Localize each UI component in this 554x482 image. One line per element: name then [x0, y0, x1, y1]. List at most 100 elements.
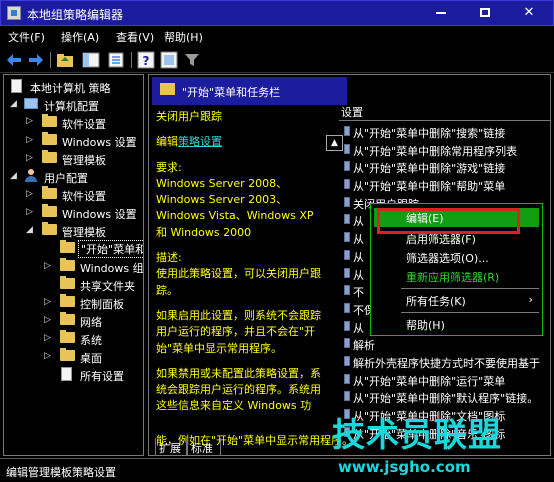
setting-row[interactable]: 从"开始"菜单中删除"搜索"链接 — [344, 123, 550, 141]
filter-icon[interactable] — [183, 51, 201, 69]
setting-row[interactable]: 从"开始"菜单中删除常用程序列表 — [344, 141, 550, 159]
policy-setting-icon — [344, 302, 350, 313]
menu-help[interactable]: 帮助(H) — [164, 29, 203, 45]
menu-file[interactable]: 文件(F) — [8, 29, 45, 45]
expand-arrow-icon[interactable]: ▷ — [44, 262, 52, 271]
tab-standard[interactable]: 标准 — [187, 438, 221, 456]
folder-icon — [60, 240, 75, 253]
policy-setting-icon — [344, 267, 350, 278]
export-list-icon[interactable] — [107, 51, 125, 69]
properties-icon[interactable] — [160, 51, 178, 69]
tree-item-desktop[interactable]: 桌面 — [60, 347, 143, 365]
tree-item-software-settings[interactable]: 软件设置 — [42, 113, 143, 131]
column-header-setting[interactable]: 设置 — [339, 101, 550, 121]
expand-arrow-icon[interactable]: ▷ — [44, 334, 52, 343]
tree-item-user-windows-settings[interactable]: Windows 设置 — [42, 203, 143, 221]
tab-extended[interactable]: 扩展 — [155, 438, 187, 456]
collapse-arrow-icon[interactable]: ◢ — [10, 100, 18, 109]
expand-arrow-icon[interactable]: ▷ — [26, 154, 34, 163]
window-title: 本地组策略编辑器 — [27, 8, 124, 22]
tree-item-label: 网络 — [80, 316, 102, 329]
tree-item-label: 软件设置 — [62, 190, 106, 203]
minimize-button[interactable] — [421, 3, 461, 23]
tree-item-control-panel[interactable]: 控制面板 — [60, 293, 143, 311]
expand-arrow-icon[interactable]: ▷ — [44, 352, 52, 361]
expand-arrow-icon[interactable]: ▷ — [26, 190, 34, 199]
tree-item-user-config[interactable]: 用户配置 — [24, 167, 143, 185]
enabled-text-line: 始"菜单中显示常用程序。 — [156, 341, 283, 355]
menu-view[interactable]: 查看(V) — [116, 29, 154, 45]
expand-arrow-icon[interactable]: ▷ — [26, 136, 34, 145]
setting-label: 从"开始"菜单中删除常用程序列表 — [353, 144, 518, 158]
category-header-title: "开始"菜单和任务栏 — [182, 86, 281, 99]
context-menu-help[interactable]: 帮助(H) — [374, 315, 539, 334]
folder-icon — [160, 83, 175, 95]
folder-icon — [60, 276, 75, 289]
tree-item-label: Windows 设置 — [62, 208, 137, 221]
tree-item-windows-settings[interactable]: Windows 设置 — [42, 131, 143, 149]
maximize-icon — [480, 8, 490, 17]
app-icon — [7, 6, 21, 20]
expand-arrow-icon[interactable]: ▷ — [26, 208, 34, 217]
menu-action[interactable]: 操作(A) — [61, 29, 99, 45]
setting-row[interactable]: 从"开始"菜单中删除"帮助"菜单 — [344, 176, 550, 194]
tree-item-label: 桌面 — [80, 352, 102, 365]
column-header-label: 设置 — [341, 106, 363, 119]
context-menu-reapply-filter[interactable]: 重新应用筛选器(R) — [374, 267, 539, 286]
policy-setting-icon — [344, 179, 350, 190]
setting-row[interactable]: 解析外壳程序快捷方式时不要使用基于 — [344, 353, 550, 371]
description-line: 使用此策略设置，可以关闭用户跟 — [156, 267, 321, 281]
toolbar: ? — [0, 47, 554, 73]
context-menu-separator — [401, 288, 539, 289]
requirements-line: Windows Server 2003、 — [156, 193, 288, 207]
back-arrow-icon[interactable] — [5, 51, 23, 69]
show-hide-tree-icon[interactable] — [82, 51, 100, 69]
context-menu-separator — [401, 312, 539, 313]
tree-item-system[interactable]: 系统 — [60, 329, 143, 347]
tree-item-all-settings[interactable]: 所有设置 — [60, 365, 143, 383]
setting-row[interactable]: 从"开始"菜单中删除"游戏"链接 — [344, 158, 550, 176]
expand-arrow-icon[interactable]: ▷ — [26, 117, 34, 126]
tree-item-label: 管理模板 — [62, 154, 106, 167]
tree-item-start-menu-taskbar[interactable]: "开始"菜单和 — [60, 239, 143, 258]
forward-arrow-icon[interactable] — [27, 51, 45, 69]
tree-item-admin-templates[interactable]: 管理模板 — [42, 149, 143, 167]
tree-item-user-software-settings[interactable]: 软件设置 — [42, 185, 143, 203]
tree-item-user-admin-templates[interactable]: 管理模板 — [42, 221, 143, 239]
setting-label: 解析外壳程序快捷方式时不要使用基于 — [353, 356, 540, 370]
tree-pane[interactable]: 本地计算机 策略 ◢ 计算机配置 ▷ 软件设置 ▷ Windows 设置 ▷ 管… — [3, 74, 144, 456]
close-button[interactable]: ✕ — [509, 3, 549, 23]
context-menu-all-tasks[interactable]: 所有任务(K) › — [374, 291, 539, 310]
tree-item-windows-components[interactable]: Windows 组 — [60, 257, 143, 275]
disabled-text-line: 统会跟踪用户运行的程序。系统用 — [156, 383, 321, 397]
policy-setting-icon — [344, 161, 350, 172]
submenu-arrow-icon: › — [528, 293, 533, 306]
collapse-arrow-icon[interactable]: ◢ — [26, 226, 34, 235]
expand-arrow-icon[interactable]: ▷ — [44, 298, 52, 307]
tree-item-local-policy[interactable]: 本地计算机 策略 — [10, 77, 143, 95]
edit-policy-link[interactable]: 策略设置 — [178, 135, 222, 148]
tree-item-network[interactable]: 网络 — [60, 311, 143, 329]
disabled-text-line: 如果禁用或未配置此策略设置，系 — [156, 366, 321, 380]
user-icon — [25, 169, 37, 182]
tree-item-label: 控制面板 — [80, 298, 124, 311]
context-menu-filter-options[interactable]: 筛选器选项(O)... — [374, 248, 539, 267]
setting-row[interactable]: 从"开始"菜单中删除"运行"菜单 — [344, 371, 550, 389]
setting-row[interactable]: 解析 — [344, 335, 550, 353]
policy-title: 关闭用户跟踪 — [156, 110, 222, 123]
folder-icon — [42, 114, 57, 127]
collapse-arrow-icon[interactable]: ◢ — [10, 172, 18, 181]
setting-label: 解析 — [353, 339, 375, 353]
folder-up-icon[interactable] — [56, 51, 74, 69]
setting-row[interactable]: 从"开始"菜单中删除"默认程序"链接。 — [344, 388, 550, 406]
help-icon[interactable]: ? — [137, 51, 155, 69]
category-header: "开始"菜单和任务栏 — [152, 77, 347, 105]
maximize-button[interactable] — [465, 3, 505, 23]
scroll-up-button[interactable]: ▲ — [326, 135, 343, 151]
tree-item-computer-config[interactable]: 计算机配置 — [24, 95, 143, 113]
folder-icon — [60, 294, 75, 307]
expand-arrow-icon[interactable]: ▷ — [44, 316, 52, 325]
setting-label: 不 — [353, 286, 364, 300]
tree-item-shared-folders[interactable]: 共享文件夹 — [60, 275, 143, 293]
tree-item-label: 本地计算机 策略 — [30, 82, 111, 95]
